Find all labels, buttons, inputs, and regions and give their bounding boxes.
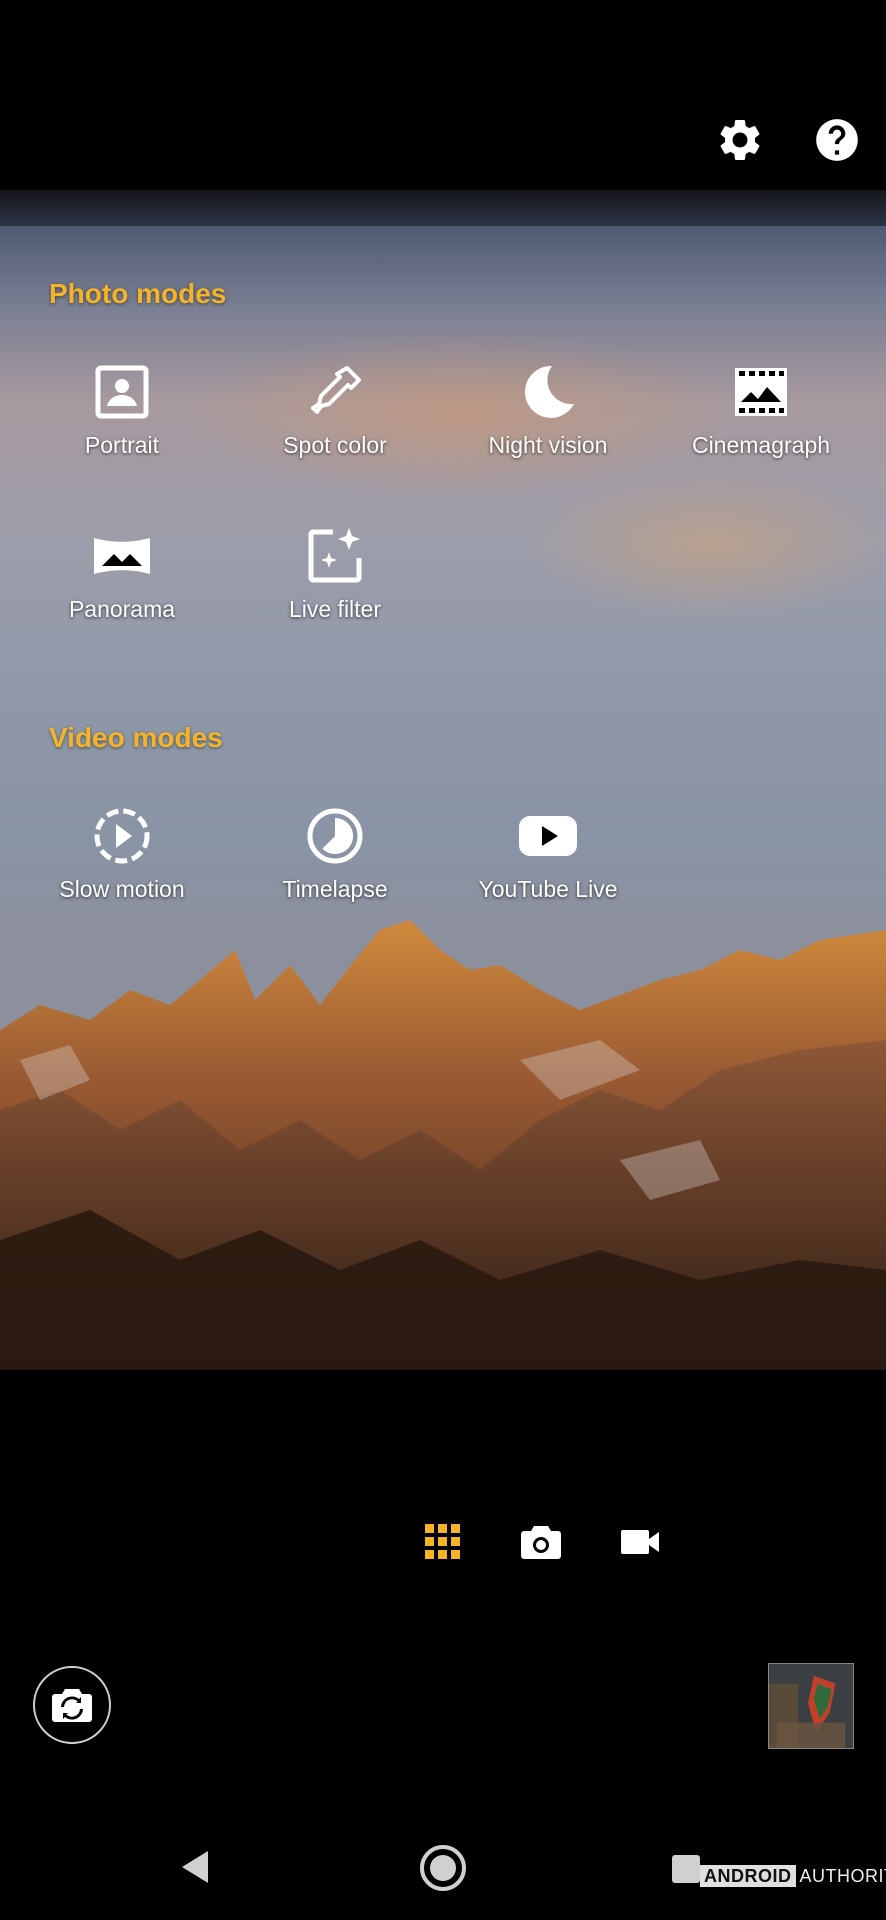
mode-panorama[interactable]: Panorama [22, 524, 222, 623]
slow-motion-icon [90, 804, 154, 868]
thumbnail-image [769, 1664, 853, 1748]
monitor-edge [0, 190, 886, 226]
mode-label: Timelapse [282, 876, 388, 902]
watermark-brand-1: ANDROID [700, 1865, 796, 1887]
modes-grid-button[interactable] [421, 1520, 465, 1564]
mode-label: Cinemagraph [691, 432, 831, 458]
mode-live-filter[interactable]: Live filter [235, 524, 435, 623]
home-icon[interactable] [418, 1843, 468, 1893]
mode-label: Portrait [84, 432, 160, 458]
mode-timelapse[interactable]: Timelapse [235, 804, 435, 903]
video-icon [621, 1530, 659, 1554]
mode-label: Panorama [68, 596, 176, 622]
grid-icon [425, 1524, 460, 1559]
mode-label: Slow motion [59, 876, 185, 902]
mode-slow-motion[interactable]: Slow motion [22, 804, 222, 903]
mode-cinemagraph[interactable]: Cinemagraph [661, 360, 861, 459]
photo-mode-button[interactable] [519, 1520, 563, 1564]
switch-camera-button[interactable] [33, 1666, 111, 1744]
filmstrip-icon [729, 360, 793, 424]
moon-icon [516, 360, 580, 424]
mode-label: Spot color [283, 432, 387, 458]
mode-label: Live filter [288, 596, 382, 622]
timelapse-icon [303, 804, 367, 868]
eyedropper-icon [303, 360, 367, 424]
top-bar [0, 0, 886, 190]
mode-spot-color[interactable]: Spot color [235, 360, 435, 459]
help-circle-icon[interactable] [812, 115, 862, 165]
camera-viewfinder[interactable]: Photo modes Portrait Spot color Night vi… [0, 190, 886, 1370]
photo-modes-title: Photo modes [49, 278, 227, 309]
gallery-thumbnail[interactable] [768, 1663, 854, 1749]
mode-portrait[interactable]: Portrait [22, 360, 222, 459]
watermark-brand-2: AUTHORITY [799, 1866, 886, 1886]
panorama-icon [90, 524, 154, 588]
back-icon[interactable] [178, 1845, 212, 1889]
gear-icon[interactable] [715, 115, 765, 165]
sparkle-frame-icon [303, 524, 367, 588]
camera-flip-icon [52, 1689, 92, 1722]
video-mode-button[interactable] [618, 1520, 662, 1564]
watermark: ANDROIDAUTHORITY [700, 1865, 886, 1887]
mode-night-vision[interactable]: Night vision [448, 360, 648, 459]
video-modes-title: Video modes [49, 722, 223, 753]
mode-youtube-live[interactable]: YouTube Live [448, 804, 648, 903]
mode-label: Night vision [488, 432, 608, 458]
recents-icon[interactable] [670, 1853, 702, 1885]
youtube-icon [516, 804, 580, 868]
cloud-glow [520, 470, 886, 620]
camera-icon [521, 1526, 561, 1559]
mode-label: YouTube Live [478, 876, 618, 902]
mountain-scene [0, 920, 886, 1370]
portrait-icon [90, 360, 154, 424]
